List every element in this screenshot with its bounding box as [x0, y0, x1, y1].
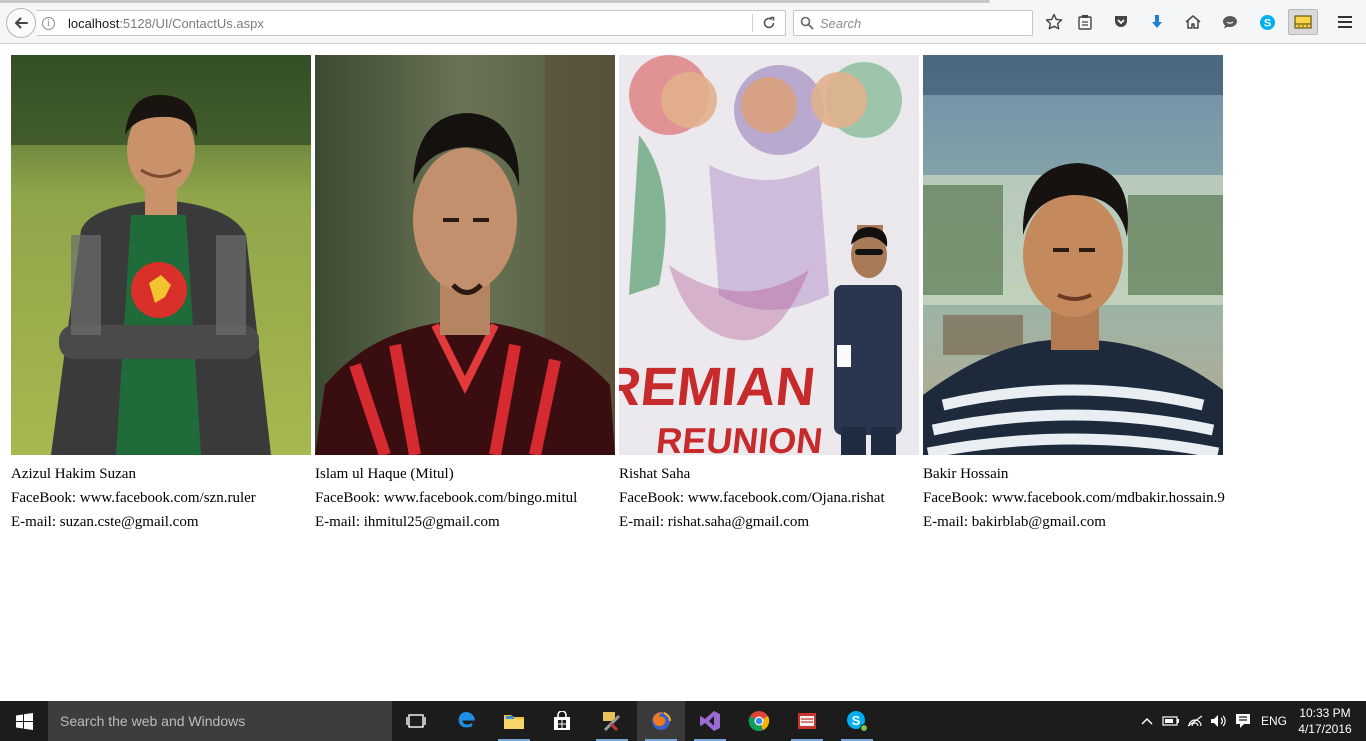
back-arrow-icon	[15, 17, 28, 29]
contact-photo: REMIAN REUNION	[619, 55, 919, 455]
sql-server-app[interactable]	[783, 701, 831, 741]
bookmark-star-button[interactable]	[1044, 12, 1064, 32]
hamburger-menu-icon	[1338, 16, 1352, 28]
battery-tray-button[interactable]	[1162, 712, 1180, 730]
contact-facebook: FaceBook: www.facebook.com/szn.ruler	[11, 490, 256, 506]
poster-text-line-2: REUNION	[654, 420, 824, 455]
database-tool-icon	[798, 713, 816, 729]
contact-email: E-mail: suzan.cste@gmail.com	[11, 514, 199, 530]
skype-icon: S	[1259, 14, 1275, 30]
file-explorer-app[interactable]	[490, 701, 538, 741]
page-load-progress	[0, 0, 990, 3]
contact-facebook: FaceBook: www.facebook.com/mdbakir.hossa…	[923, 490, 1225, 506]
pocket-icon	[1115, 16, 1127, 27]
show-hidden-icons-button[interactable]	[1138, 712, 1156, 730]
store-app[interactable]	[538, 701, 586, 741]
taskbar-search-placeholder: Search the web and Windows	[60, 713, 246, 729]
contact-email: E-mail: bakirblab@gmail.com	[923, 514, 1106, 530]
tools-app[interactable]	[588, 701, 636, 741]
site-info-icon[interactable]: i	[42, 17, 55, 30]
contact-card: Bakir Hossain FaceBook: www.facebook.com…	[923, 55, 1225, 534]
contact-photo	[923, 55, 1223, 455]
contact-card: REMIAN REUNION Rishat Saha FaceBook: www…	[619, 55, 919, 534]
reading-list-button[interactable]	[1075, 12, 1095, 32]
reload-icon	[763, 16, 775, 29]
firefox-app[interactable]	[637, 701, 685, 741]
search-bar[interactable]: Search	[793, 10, 1033, 36]
star-icon	[1045, 13, 1063, 30]
back-button[interactable]	[6, 8, 36, 38]
edge-app[interactable]	[442, 701, 490, 741]
contact-photo	[11, 55, 311, 455]
url-path: :5128/UI/ContactUs.aspx	[119, 16, 264, 31]
speaker-icon	[1211, 715, 1226, 727]
sidebar-icon	[1294, 15, 1312, 29]
menu-button[interactable]	[1335, 12, 1355, 32]
volume-tray-button[interactable]	[1210, 712, 1228, 730]
taskbar-search-box[interactable]: Search the web and Windows	[48, 701, 392, 741]
tools-icon	[603, 712, 621, 732]
reload-button[interactable]	[759, 13, 779, 33]
skype-button[interactable]: S	[1257, 12, 1277, 32]
windows-logo-icon	[15, 712, 33, 730]
contact-name: Rishat Saha	[619, 466, 691, 482]
chrome-app[interactable]	[735, 701, 783, 741]
poster-text-line-1: REMIAN	[619, 357, 818, 417]
visual-studio-icon	[700, 711, 720, 731]
clock-date: 4/17/2016	[1298, 722, 1352, 736]
contact-card: Islam ul Haque (Mitul) FaceBook: www.fac…	[315, 55, 615, 534]
address-bar[interactable]: i localhost:5128/UI/ContactUs.aspx	[37, 10, 786, 36]
hello-chat-button[interactable]	[1220, 12, 1240, 32]
home-icon	[1185, 15, 1201, 29]
store-bag-icon	[554, 711, 570, 730]
contact-card: Azizul Hakim Suzan FaceBook: www.faceboo…	[11, 55, 311, 534]
start-button[interactable]	[0, 701, 48, 741]
task-view-button[interactable]	[392, 701, 440, 741]
skype-taskbar-icon: S	[847, 711, 868, 732]
chat-bubble-icon	[1223, 16, 1237, 29]
url-text: localhost:5128/UI/ContactUs.aspx	[68, 16, 264, 31]
contact-email: E-mail: ihmitul25@gmail.com	[315, 514, 500, 530]
action-center-button[interactable]	[1234, 712, 1252, 730]
contact-name: Bakir Hossain	[923, 466, 1009, 482]
url-divider	[752, 14, 753, 32]
svg-text:S: S	[852, 713, 861, 728]
contact-facebook: FaceBook: www.facebook.com/Ojana.rishat	[619, 490, 885, 506]
contact-facebook: FaceBook: www.facebook.com/bingo.mitul	[315, 490, 578, 506]
task-view-icon	[406, 714, 426, 728]
browser-toolbar: i localhost:5128/UI/ContactUs.aspx Searc…	[0, 0, 1366, 44]
svg-text:S: S	[1263, 17, 1270, 29]
clock-time: 10:33 PM	[1299, 706, 1351, 720]
taskbar-clock[interactable]: 10:33 PM 4/17/2016	[1294, 705, 1356, 737]
contact-name: Islam ul Haque (Mitul)	[315, 466, 454, 482]
edge-icon	[458, 712, 475, 728]
search-icon	[800, 16, 814, 30]
chrome-icon	[748, 711, 770, 731]
contact-us-page: Azizul Hakim Suzan FaceBook: www.faceboo…	[0, 45, 1366, 701]
search-placeholder: Search	[820, 16, 862, 31]
skype-app[interactable]: S	[833, 701, 881, 741]
visual-studio-app[interactable]	[686, 701, 734, 741]
pocket-button[interactable]	[1111, 12, 1131, 32]
firefox-icon	[652, 712, 671, 730]
notification-icon	[1236, 714, 1250, 728]
windows-taskbar: Search the web and Windows S ENG 10:33 P…	[0, 701, 1366, 741]
network-tray-button[interactable]	[1186, 712, 1204, 730]
battery-icon	[1162, 716, 1179, 726]
contact-name: Azizul Hakim Suzan	[11, 466, 136, 482]
input-language-indicator[interactable]: ENG	[1261, 714, 1287, 728]
wifi-icon	[1187, 715, 1203, 727]
sidebar-toggle-button[interactable]	[1288, 9, 1318, 35]
clipboard-icon	[1078, 15, 1092, 30]
home-button[interactable]	[1183, 12, 1203, 32]
contact-photo	[315, 55, 615, 455]
downloads-button[interactable]	[1147, 12, 1167, 32]
contact-email: E-mail: rishat.saha@gmail.com	[619, 514, 810, 530]
download-arrow-icon	[1152, 15, 1162, 28]
url-host: localhost	[68, 16, 120, 31]
folder-icon	[504, 715, 524, 729]
chevron-up-icon	[1141, 717, 1153, 725]
